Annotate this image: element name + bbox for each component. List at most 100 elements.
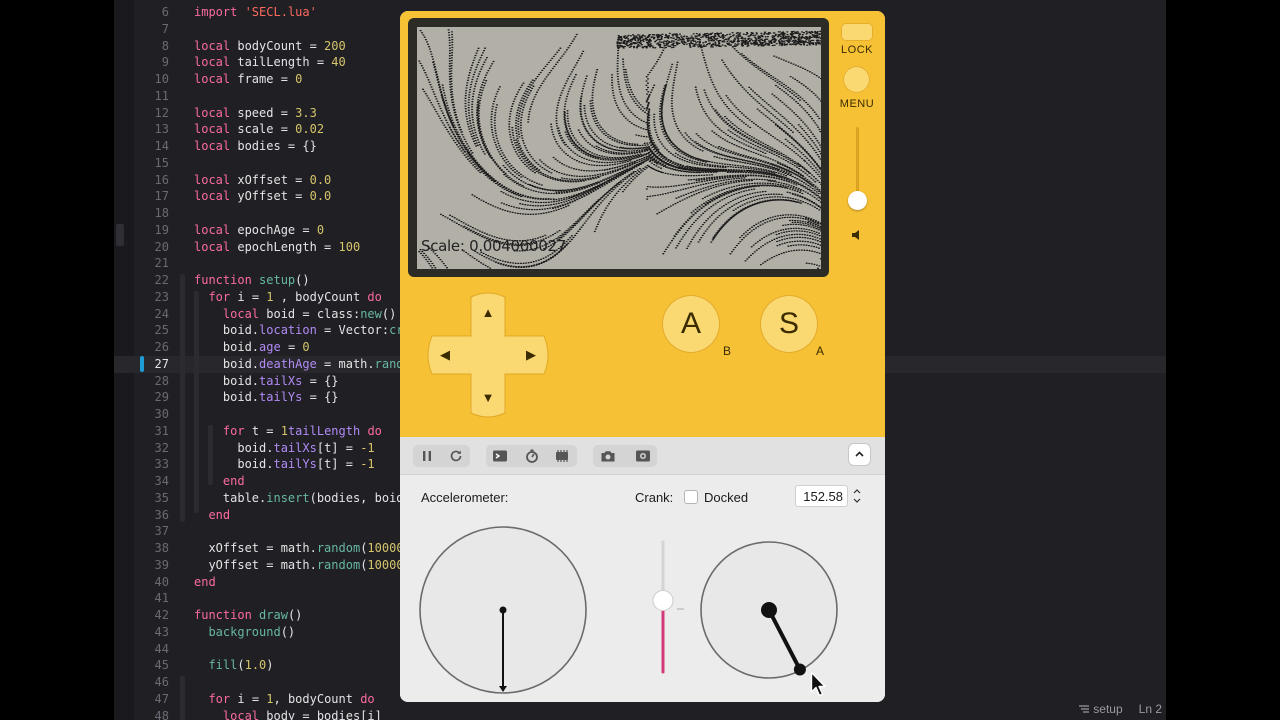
code-text: background() <box>208 624 296 639</box>
line-number: 26 <box>154 340 169 354</box>
dpad-down-icon[interactable]: ▼ <box>480 389 496 405</box>
a-button[interactable]: S <box>760 295 818 353</box>
code-text: boid.tailYs[t] = -1 <box>194 457 375 472</box>
code-text: local epochLength = 100 <box>194 239 361 254</box>
code-text: local speed = 3.3 <box>194 105 317 120</box>
code-text: end <box>194 574 216 589</box>
code-text: boid.tailXs[t] = -1 <box>194 440 375 455</box>
line-number: 35 <box>154 490 169 505</box>
timer-icon[interactable] <box>524 448 540 464</box>
accelerometer-center-dot <box>499 606 507 614</box>
b-button-label: B <box>723 344 732 358</box>
d-pad[interactable]: ▲ ▼ ◀ ▶ <box>424 291 552 419</box>
lock-button[interactable] <box>841 23 873 41</box>
code-text: local yOffset = 0.0 <box>194 189 332 204</box>
code-text: local scale = 0.02 <box>194 122 325 137</box>
code-text: xOffset = math.random(10000) <box>194 541 410 555</box>
simulator-toolbar <box>400 437 885 475</box>
playdate-simulator-window: Scale: 0.004000027 LOCK MENU ▲ ▼ ◀ ▶ A B… <box>400 11 885 702</box>
function-name: setup <box>1093 702 1123 716</box>
memory-icon[interactable] <box>554 448 570 464</box>
line-number: 30 <box>154 407 169 421</box>
line-number: 41 <box>154 591 169 606</box>
code-text: end <box>222 474 245 488</box>
line-number: 44 <box>154 641 169 656</box>
line-number: 13 <box>154 122 169 137</box>
code-text: local body = bodies[i] <box>222 708 382 720</box>
line-number: 37 <box>154 524 169 539</box>
b-button-glyph: A <box>680 307 701 340</box>
restart-icon[interactable] <box>448 448 464 464</box>
playback-group <box>413 445 470 467</box>
menu-button[interactable] <box>843 66 870 93</box>
line-number: 10 <box>154 72 169 86</box>
dpad-right-icon[interactable]: ▶ <box>523 347 539 363</box>
line-number: 42 <box>154 608 169 622</box>
editor-status-bar: setup Ln 2 <box>1079 698 1166 720</box>
mouse-cursor-icon <box>810 671 826 697</box>
accelerometer-dial[interactable] <box>419 526 587 694</box>
b-button[interactable]: A <box>662 295 720 353</box>
code-text: import 'SECL.lua' <box>194 5 317 19</box>
record-icon[interactable] <box>635 448 651 464</box>
pause-icon[interactable] <box>419 448 435 464</box>
console-icon[interactable] <box>492 448 508 464</box>
code-text: for i = 1 , bodyCount do <box>208 289 382 304</box>
crank-speed-slider[interactable] <box>652 540 684 674</box>
code-text: boid.tailXs = {} <box>194 373 339 388</box>
line-number: 33 <box>154 457 169 472</box>
line-number: 24 <box>154 306 169 321</box>
function-indicator[interactable]: setup <box>1079 702 1123 716</box>
crank-dial[interactable] <box>700 541 838 679</box>
dpad-left-icon[interactable]: ◀ <box>437 347 453 363</box>
indent-guide <box>208 425 213 485</box>
line-number: 20 <box>154 239 169 254</box>
line-number: 23 <box>154 289 169 304</box>
line-number: 15 <box>154 155 169 170</box>
a-button-label: A <box>816 344 825 358</box>
screen-bezel: Scale: 0.004000027 <box>408 18 829 277</box>
code-text: for t = 1tailLength do <box>222 423 382 438</box>
code-text: fill(1.0) <box>208 658 274 673</box>
line-number: 8 <box>161 38 169 53</box>
collapse-panel-button[interactable] <box>849 444 870 465</box>
line-number: 16 <box>154 172 169 187</box>
code-text: function draw() <box>194 608 303 622</box>
line-number: 18 <box>154 206 169 220</box>
code-text: local bodyCount = 200 <box>194 38 346 53</box>
line-number: 48 <box>154 708 169 720</box>
dpad-up-icon[interactable]: ▲ <box>480 304 496 320</box>
line-number: 29 <box>154 390 169 405</box>
line-number: 46 <box>154 675 169 689</box>
line-number: 21 <box>154 256 169 271</box>
crank-speed-knob <box>652 590 674 611</box>
line-number: 17 <box>154 189 169 204</box>
devtools-group <box>486 445 577 467</box>
collapse-chevron-icon <box>855 451 864 457</box>
flow-particles <box>418 29 821 269</box>
volume-slider-knob[interactable] <box>848 190 867 210</box>
line-number: 36 <box>154 507 169 522</box>
line-number: 11 <box>154 88 169 103</box>
device-screen: Scale: 0.004000027 <box>417 27 821 269</box>
code-text: boid.age = 0 <box>194 340 310 354</box>
line-number: 38 <box>154 541 169 555</box>
code-text: function setup() <box>194 273 310 287</box>
crank-hub <box>761 602 777 618</box>
line-number: 7 <box>161 21 169 36</box>
indent-guide <box>194 291 199 513</box>
line-number: 43 <box>154 624 169 639</box>
line-number: 31 <box>154 423 169 438</box>
indent-guide <box>180 676 185 720</box>
code-text: local boid = class:new() <box>222 306 397 321</box>
code-text: yOffset = math.random(10000) <box>194 557 410 572</box>
line-number: 25 <box>154 323 169 338</box>
screenshot-icon[interactable] <box>600 448 616 464</box>
screen-scale-readout: Scale: 0.004000027 <box>421 237 566 255</box>
code-text: boid.tailYs = {} <box>194 390 339 405</box>
line-number: 9 <box>161 55 169 70</box>
code-text: local tailLength = 40 <box>194 55 346 70</box>
code-line[interactable]: 48 local body = bodies[i] <box>114 708 1166 720</box>
code-text: boid.deathAge = math.random <box>194 356 418 371</box>
line-number: 32 <box>154 440 169 455</box>
